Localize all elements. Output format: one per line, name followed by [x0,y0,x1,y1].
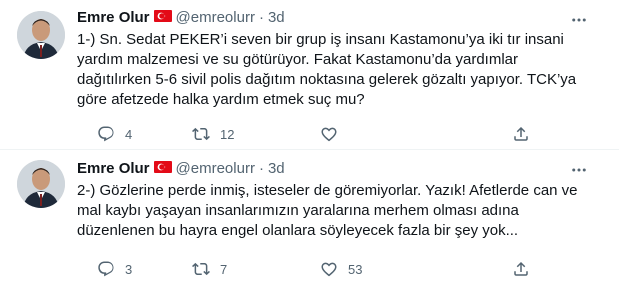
turkey-flag-icon [153,159,172,179]
turkey-flag-icon [153,8,172,28]
reply-icon [98,126,114,142]
like-button[interactable] [320,125,348,143]
share-icon [514,126,528,141]
more-options-icon[interactable] [568,9,590,31]
retweet-icon [192,262,210,276]
reply-count: 4 [125,126,133,142]
retweet-button[interactable]: 12 [192,125,234,143]
separator: · [258,9,264,26]
tweet-actions: 3 7 53 [77,259,547,279]
avatar[interactable] [17,11,65,59]
reply-button[interactable]: 4 [97,125,132,143]
like-count: 53 [348,261,363,277]
share-button[interactable] [512,260,530,278]
tweet-header: Emre Olur @emreolurr · 3d [77,159,285,179]
retweet-icon [192,127,210,141]
separator: · [258,160,264,177]
author-handle[interactable]: @emreolurr [176,8,255,28]
tweet-2[interactable]: Emre Olur @emreolurr · 3d 2-) Gözlerine … [0,150,619,298]
reply-count: 3 [125,261,133,277]
tweet-time[interactable]: 3d [268,159,285,179]
avatar[interactable] [17,160,65,208]
share-icon [514,261,528,276]
author-handle[interactable]: @emreolurr [176,159,255,179]
author-name[interactable]: Emre Olur [77,159,150,179]
like-button[interactable]: 53 [320,260,362,278]
tweet-actions: 4 12 [77,124,547,144]
tweet-time[interactable]: 3d [268,8,285,28]
heart-icon [321,262,337,277]
retweet-count: 7 [220,261,228,277]
tweet-1[interactable]: Emre Olur @emreolurr · 3d 1-) Sn. Sedat … [0,0,619,150]
retweet-count: 12 [220,126,235,142]
more-options-icon[interactable] [568,159,590,181]
tweet-header: Emre Olur @emreolurr · 3d [77,8,285,28]
retweet-button[interactable]: 7 [192,260,227,278]
author-name[interactable]: Emre Olur [77,8,150,28]
share-button[interactable] [512,125,530,143]
reply-button[interactable]: 3 [97,260,132,278]
reply-icon [98,261,114,277]
tweet-text: 1-) Sn. Sedat PEKER’i seven bir grup iş … [77,31,577,108]
heart-icon [321,127,337,142]
tweet-text: 2-) Gözlerine perde inmiş, isteseler de … [77,182,578,239]
